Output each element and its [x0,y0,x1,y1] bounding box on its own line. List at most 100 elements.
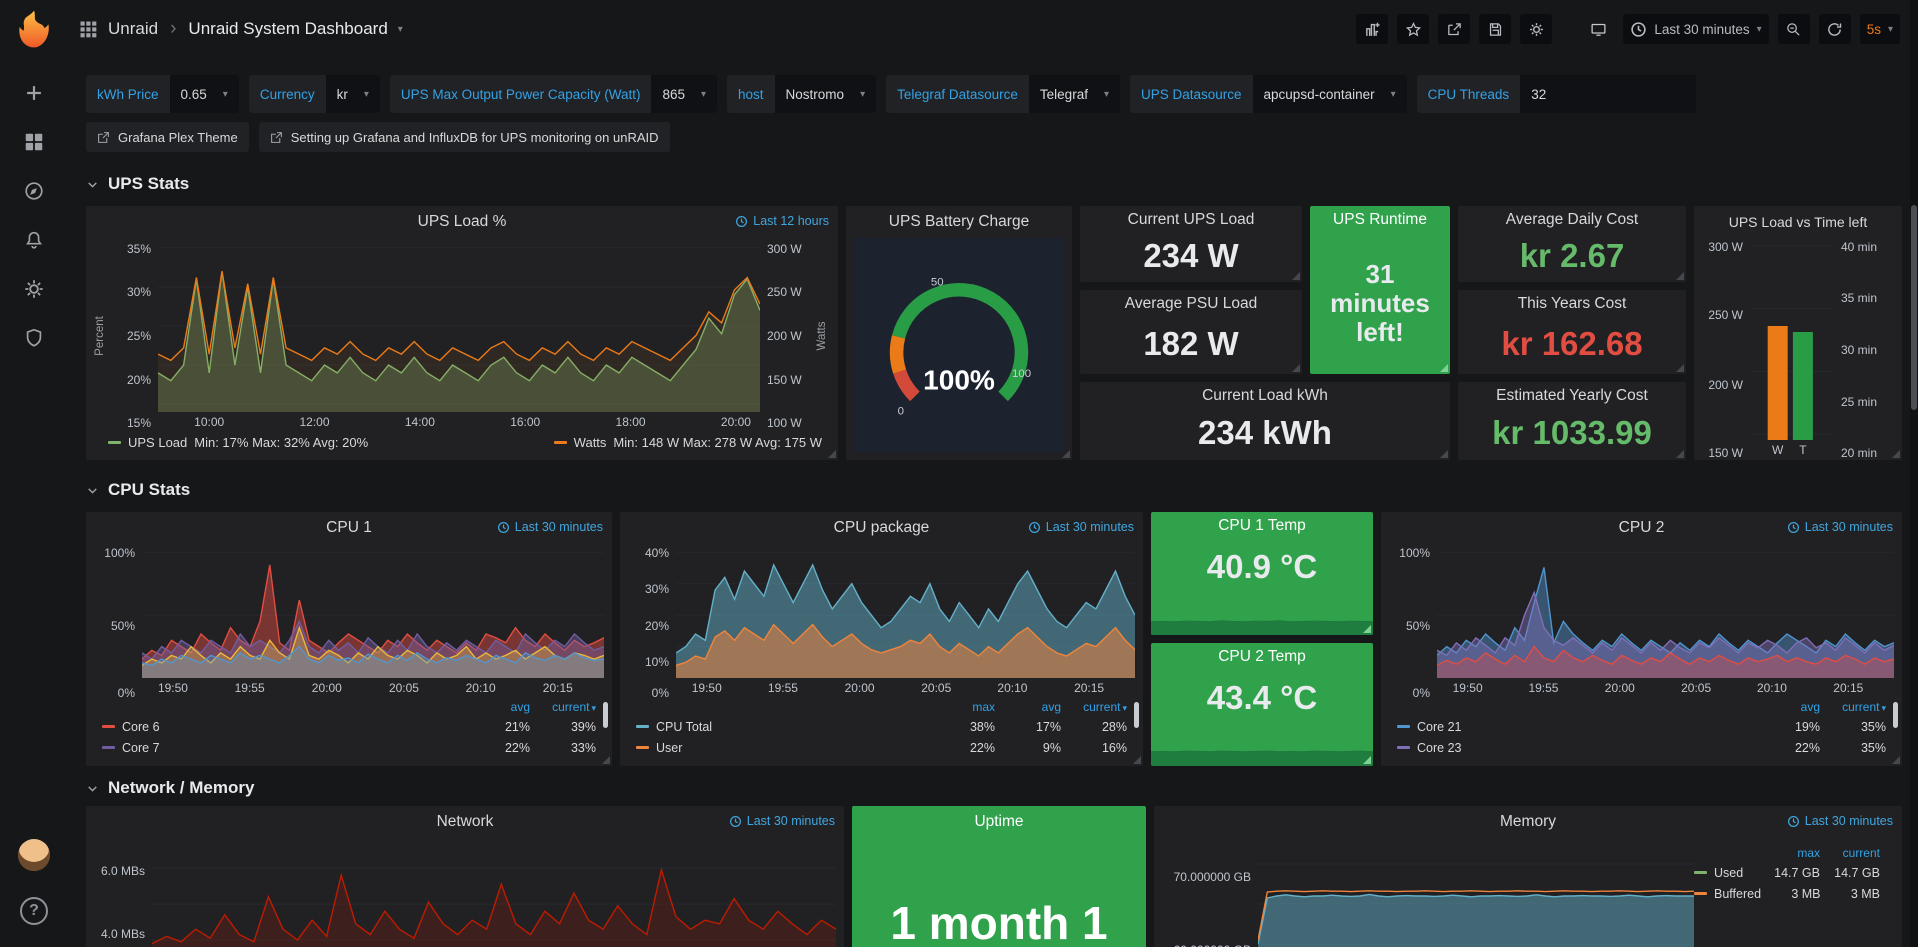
panel-time-range[interactable]: Last 30 minutes [729,814,835,828]
legend-row[interactable]: Core 7 22%33% [102,737,596,758]
legend-row[interactable]: Buffered 3 MB3 MB [1694,883,1880,904]
cpu-package-chart[interactable] [676,546,1135,678]
grafana-logo-icon[interactable] [13,8,55,50]
panel-title[interactable]: UPS Load vs Time left [1729,214,1868,230]
panel-title[interactable]: UPS Battery Charge [889,213,1029,231]
ups-load-time-bars-chart[interactable] [1750,240,1834,440]
legend-sort-current[interactable]: current▾ [530,700,596,714]
axis-tick: 250 W [1708,308,1743,322]
save-button[interactable] [1479,14,1511,44]
variable-currency[interactable]: Currency kr▾ [249,75,380,113]
panel-title[interactable]: UPS Load % [418,213,507,231]
clock-icon [735,215,748,228]
tv-cycle-button[interactable] [1582,14,1614,44]
network-chart[interactable] [152,850,836,947]
panel-title[interactable]: CPU 1 [326,519,372,537]
zoom-out-button[interactable] [1778,14,1810,44]
page-scrollbar[interactable] [1910,0,1918,947]
legend-sort-current[interactable]: current▾ [1061,700,1127,714]
dashboard-link-grafana-plex-theme[interactable]: Grafana Plex Theme [86,122,249,152]
configuration-gear-icon[interactable] [23,278,45,300]
refresh-interval-picker[interactable]: 5s ▾ [1860,14,1900,44]
legend-sort-avg[interactable]: avg [1754,700,1820,714]
section-ups-stats[interactable]: UPS Stats [86,172,1902,196]
panel-title[interactable]: Average PSU Load [1125,295,1257,313]
panel-title[interactable]: Average Daily Cost [1506,211,1638,229]
section-cpu-stats[interactable]: CPU Stats [86,478,1902,502]
panel-title[interactable]: Uptime [974,813,1023,831]
variable-telegraf-datasource[interactable]: Telegraf Datasource Telegraf▾ [886,75,1120,113]
variable-ups-max-output[interactable]: UPS Max Output Power Capacity (Watt) 865… [390,75,717,113]
panel-title[interactable]: Memory [1500,813,1556,831]
panel-title[interactable]: This Years Cost [1518,295,1627,313]
star-button[interactable] [1397,14,1429,44]
legend-row[interactable]: Core 6 21%39% [102,716,596,737]
panel-title[interactable]: CPU 2 [1619,519,1665,537]
user-avatar[interactable] [18,839,50,871]
panel-time-range[interactable]: Last 30 minutes [1787,814,1893,828]
scrollbar-thumb[interactable] [1911,205,1917,410]
variable-kwh-price[interactable]: kWh Price 0.65▾ [86,75,239,113]
panel-title[interactable]: Current Load kWh [1202,387,1328,405]
legend-sort-current[interactable]: current▾ [1820,700,1886,714]
legend-row[interactable]: User 22%9%16% [636,737,1127,758]
admin-shield-icon[interactable] [23,327,45,349]
x-axis: 19:5019:5520:0020:0520:1020:15 [1437,678,1894,698]
legend-scrollbar[interactable] [603,702,608,728]
section-network-memory[interactable]: Network / Memory [86,776,1902,800]
panel-title[interactable]: Estimated Yearly Cost [1496,387,1648,405]
apps-grid-icon[interactable] [78,19,98,39]
dashboard-link-ups-monitoring-guide[interactable]: Setting up Grafana and InfluxDB for UPS … [259,122,670,152]
legend-item-ups-load[interactable]: UPS Load Min: 17% Max: 32% Avg: 20% [108,435,368,450]
memory-chart[interactable] [1258,844,1694,947]
add-panel-button[interactable] [1356,14,1388,44]
panel-title[interactable]: CPU 2 Temp [1218,648,1306,666]
legend-row[interactable]: CPU Total 38%17%28% [636,716,1127,737]
legend-scrollbar[interactable] [1134,702,1139,728]
legend-row[interactable]: Used 14.7 GB14.7 GB [1694,862,1880,883]
cpu1-chart[interactable] [142,546,604,678]
panel-title[interactable]: Current UPS Load [1128,211,1255,229]
alerting-bell-icon[interactable] [23,229,45,251]
panel-title[interactable]: CPU package [834,519,930,537]
panel-time-range[interactable]: Last 30 minutes [497,520,603,534]
variable-ups-datasource[interactable]: UPS Datasource apcupsd-container▾ [1130,75,1407,113]
ups-load-chart[interactable] [158,240,760,412]
legend-scrollbar[interactable] [1893,702,1898,728]
legend-sort-avg[interactable]: avg [464,700,530,714]
refresh-button[interactable] [1819,14,1851,44]
dashboards-icon[interactable] [23,131,45,153]
panel-title[interactable]: Network [437,813,494,831]
legend-item-watts[interactable]: Watts Min: 148 W Max: 278 W Avg: 175 W [554,435,822,450]
cpu-threads-input[interactable]: 32 [1531,87,1546,102]
cpu2-chart[interactable] [1437,546,1894,678]
axis-tick: 20% [645,619,669,633]
variable-host[interactable]: host Nostromo▾ [727,75,876,113]
legend-row[interactable]: Core 21 19%35% [1397,716,1886,737]
variable-label: Telegraf Datasource [886,75,1029,113]
explore-compass-icon[interactable] [23,180,45,202]
panel-time-range[interactable]: Last 30 minutes [1028,520,1134,534]
panel-time-range[interactable]: Last 12 hours [735,214,829,228]
panel-title[interactable]: UPS Runtime [1333,211,1427,229]
legend-sort-max[interactable]: max [1760,846,1820,860]
legend-sort-max[interactable]: max [929,700,995,714]
time-range-caret-icon: ▾ [1757,24,1762,35]
battery-gauge[interactable]: 0 50 100 100% [854,238,1064,452]
time-range-picker[interactable]: Last 30 minutes ▾ [1623,14,1768,44]
axis-tick: 20:00 [721,415,751,429]
stat-value: 234 W [1080,233,1302,282]
dashboard-title[interactable]: Unraid System Dashboard [188,19,387,39]
legend-sort-avg[interactable]: avg [995,700,1061,714]
legend-row[interactable]: Core 23 22%35% [1397,737,1886,758]
variable-cpu-threads[interactable]: CPU Threads 32 [1417,75,1697,113]
share-button[interactable] [1438,14,1470,44]
help-icon[interactable]: ? [20,897,48,925]
breadcrumb-app[interactable]: Unraid [108,19,158,39]
panel-title[interactable]: CPU 1 Temp [1218,517,1306,535]
dashboard-settings-button[interactable] [1520,14,1552,44]
title-caret-icon[interactable]: ▾ [398,24,403,35]
panel-time-range[interactable]: Last 30 minutes [1787,520,1893,534]
legend-sort-current[interactable]: current [1820,846,1880,860]
create-icon[interactable] [23,82,45,104]
